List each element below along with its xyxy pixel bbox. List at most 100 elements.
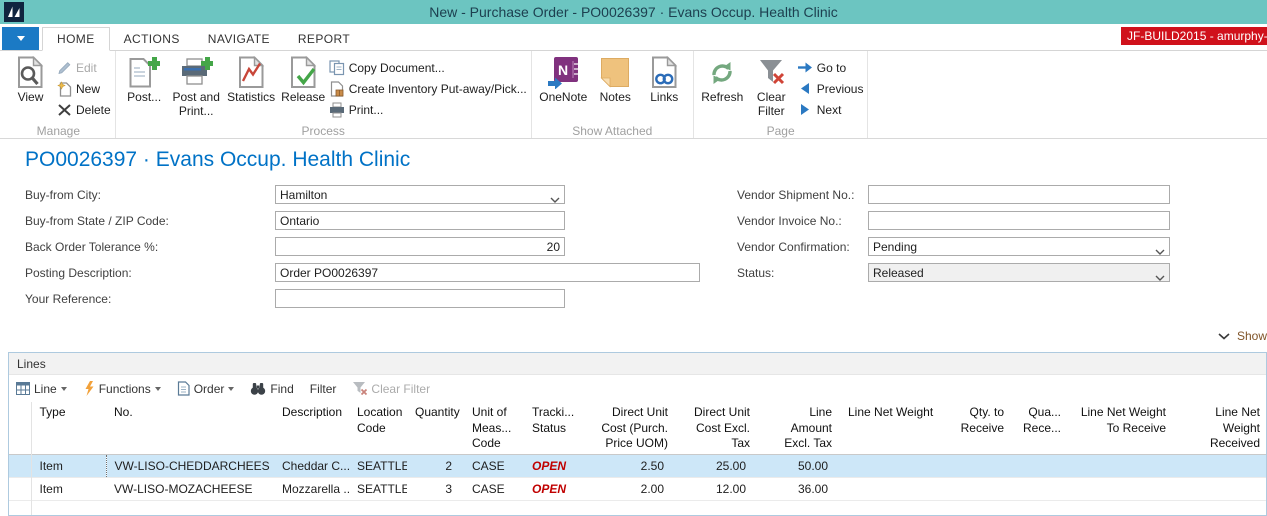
new-button[interactable]: New <box>55 78 111 99</box>
filter-button[interactable]: Filter <box>310 382 337 396</box>
col-description[interactable]: Description <box>274 402 349 454</box>
col-no[interactable]: No. <box>106 402 274 454</box>
tab-actions[interactable]: ACTIONS <box>110 27 194 50</box>
tab-home[interactable]: HOME <box>42 27 110 51</box>
buy-from-city-field[interactable]: Hamilton <box>275 185 565 204</box>
posting-description-field[interactable]: Order PO0026397 <box>275 263 700 282</box>
buy-from-state-zip-field[interactable]: Ontario <box>275 211 565 230</box>
table-row[interactable]: Item VW-LISO-CHEDDARCHEES Cheddar C... S… <box>9 453 1266 478</box>
svg-text:N: N <box>558 62 568 78</box>
your-reference-field[interactable] <box>275 289 565 308</box>
tab-report[interactable]: REPORT <box>284 27 364 50</box>
copy-document-button[interactable]: Copy Document... <box>328 57 527 78</box>
line-menu-button[interactable]: Line <box>16 382 67 396</box>
clear-filter-button[interactable]: Clear Filter <box>747 51 796 123</box>
post-and-print-button[interactable]: Post and Print... <box>169 51 224 123</box>
status-field[interactable]: Released <box>868 263 1170 282</box>
vendor-shipment-no-field[interactable] <box>868 185 1170 204</box>
col-line-net-weight-received[interactable]: Line Net Weight Received <box>1174 402 1266 454</box>
chevron-down-icon[interactable] <box>550 192 560 206</box>
statistics-label: Statistics <box>227 90 276 104</box>
empty-row[interactable] <box>9 500 1266 515</box>
vendor-confirmation-label: Vendor Confirmation: <box>737 239 850 254</box>
col-direct-unit-cost-excl-tax[interactable]: Direct Unit Cost Excl. Tax <box>676 402 758 454</box>
delete-button[interactable]: Delete <box>55 99 111 120</box>
release-check-icon <box>290 54 317 91</box>
general-fields-left: Buy-from City: Hamilton Buy-from State /… <box>25 185 700 315</box>
col-line-net-weight-to-receive[interactable]: Line Net Weight To Receive <box>1069 402 1174 454</box>
tracking-status-value[interactable]: OPEN <box>524 477 576 500</box>
col-unit-of-measure-code[interactable]: Unit of Meas... Code <box>464 402 524 454</box>
col-quantity-received[interactable]: Qua... Rece... <box>1012 402 1069 454</box>
grid-icon <box>16 382 30 395</box>
pencil-icon <box>55 60 73 75</box>
col-type[interactable]: Type <box>31 402 106 454</box>
next-button[interactable]: Next <box>796 99 864 120</box>
back-order-tolerance-label: Back Order Tolerance %: <box>25 239 159 254</box>
clear-filter-toolbar-button[interactable]: Clear Filter <box>352 381 430 396</box>
group-label-page: Page <box>766 124 795 138</box>
show-more-fields-link[interactable]: Show <box>1218 329 1267 343</box>
create-inventory-put-away-pick-button[interactable]: Create Inventory Put-away/Pick... <box>328 78 527 99</box>
lines-toolbar: Line Functions Order Find Filter Clear F… <box>9 375 1266 402</box>
chevron-down-icon <box>154 386 161 391</box>
col-location-code[interactable]: Location Code <box>349 402 407 454</box>
tracking-status-value[interactable]: OPEN <box>524 454 576 477</box>
order-menu-button[interactable]: Order <box>177 381 235 396</box>
title-bar[interactable]: New - Purchase Order - PO0026397 · Evans… <box>0 0 1267 24</box>
view-button[interactable]: View <box>6 51 55 123</box>
find-button[interactable]: Find <box>250 381 294 396</box>
new-document-icon <box>55 80 73 97</box>
statistics-button[interactable]: Statistics <box>224 51 279 123</box>
delete-x-icon <box>55 103 73 117</box>
links-label: Links <box>650 90 679 104</box>
col-line-amount-excl-tax[interactable]: Line Amount Excl. Tax <box>758 402 840 454</box>
window-title: New - Purchase Order - PO0026397 · Evans… <box>429 4 838 20</box>
buy-from-city-label: Buy-from City: <box>25 187 102 202</box>
application-menu-button[interactable] <box>2 27 39 50</box>
buy-from-state-zip-label: Buy-from State / ZIP Code: <box>25 213 169 228</box>
col-qty-to-receive[interactable]: Qty. to Receive <box>950 402 1012 454</box>
tab-strip: HOME ACTIONS NAVIGATE REPORT JF-BUILD201… <box>0 24 1267 51</box>
print-post-icon <box>180 54 213 91</box>
lines-title[interactable]: Lines <box>9 353 1266 375</box>
sticky-note-icon <box>600 54 630 91</box>
edit-button[interactable]: Edit <box>55 57 111 78</box>
col-direct-unit-cost-purch-uom[interactable]: Direct Unit Cost (Purch. Price UOM) <box>576 402 676 454</box>
vendor-confirmation-field[interactable]: Pending <box>868 237 1170 256</box>
table-row[interactable]: Item VW-LISO-MOZACHEESE Mozzarella ... S… <box>9 477 1266 500</box>
vendor-invoice-no-label: Vendor Invoice No.: <box>737 213 842 228</box>
ribbon-group-manage: View Edit New Delete Manage <box>2 51 116 138</box>
go-to-button[interactable]: Go to <box>796 57 864 78</box>
lines-grid: Type No. Description Location Code Quant… <box>9 402 1266 515</box>
col-tracking-status[interactable]: Tracki... Status <box>524 402 576 454</box>
back-order-tolerance-field[interactable]: 20 <box>275 237 565 256</box>
links-button[interactable]: Links <box>640 51 689 123</box>
selection-column-header[interactable] <box>9 402 32 454</box>
inventory-document-icon <box>328 80 346 97</box>
previous-button[interactable]: Previous <box>796 78 863 99</box>
post-button[interactable]: Post... <box>120 51 169 123</box>
group-label-manage: Manage <box>36 124 81 138</box>
chevron-down-icon[interactable] <box>1155 244 1165 258</box>
col-quantity[interactable]: Quantity <box>407 402 464 454</box>
links-chain-icon <box>651 54 678 91</box>
chevron-down-icon[interactable] <box>1155 270 1165 284</box>
notes-button[interactable]: Notes <box>591 51 640 123</box>
row-selector[interactable] <box>9 477 32 500</box>
statistics-chart-icon <box>238 54 265 91</box>
printer-icon <box>328 102 346 118</box>
functions-menu-button[interactable]: Functions <box>83 381 161 396</box>
ribbon: View Edit New Delete Manage Post... Post… <box>0 50 1267 139</box>
vendor-invoice-no-field[interactable] <box>868 211 1170 230</box>
your-reference-label: Your Reference: <box>25 291 112 306</box>
refresh-button[interactable]: Refresh <box>698 51 747 123</box>
row-selector[interactable] <box>9 454 32 477</box>
print-button[interactable]: Print... <box>328 99 527 120</box>
chevron-down-icon <box>1218 332 1230 340</box>
tab-navigate[interactable]: NAVIGATE <box>194 27 284 50</box>
posting-description-label: Posting Description: <box>25 265 132 280</box>
onenote-button[interactable]: N OneNote <box>536 51 591 123</box>
col-line-net-weight[interactable]: Line Net Weight <box>840 402 950 454</box>
release-button[interactable]: Release <box>279 51 328 123</box>
